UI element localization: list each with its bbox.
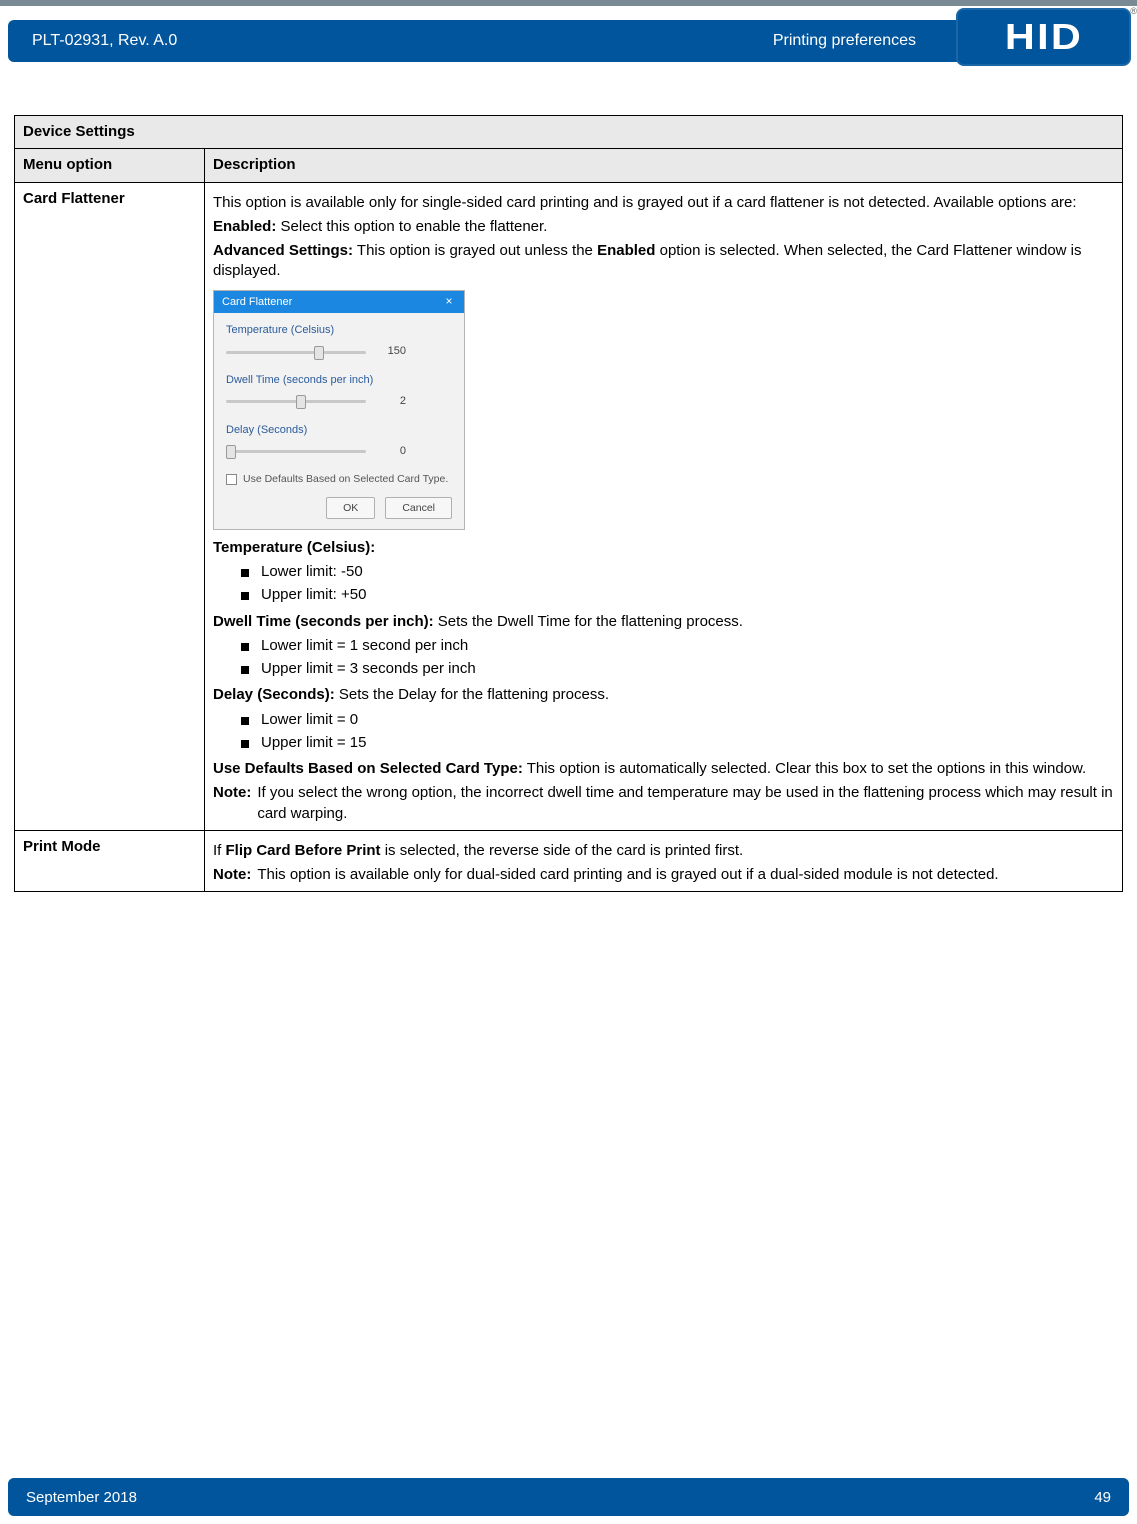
cf-enabled-text: Select this option to enable the flatten… bbox=[276, 218, 547, 235]
table-header-row: Menu option Description bbox=[15, 149, 1123, 182]
temperature-heading-label: Temperature (Celsius): bbox=[213, 539, 375, 556]
cf-adv-bold: Enabled bbox=[597, 242, 655, 259]
dialog-title-text: Card Flattener bbox=[222, 295, 292, 310]
delay-field: Delay (Seconds) 0 bbox=[226, 423, 452, 459]
card-flattener-dialog: Card Flattener × Temperature (Celsius) bbox=[213, 290, 465, 530]
delay-limits-list: Lower limit = 0 Upper limit = 15 bbox=[241, 710, 1114, 754]
use-defaults-checkbox[interactable] bbox=[226, 474, 237, 485]
pm-line1: If Flip Card Before Print is selected, t… bbox=[213, 841, 1114, 861]
slider-track bbox=[226, 450, 366, 453]
defaults-line: Use Defaults Based on Selected Card Type… bbox=[213, 759, 1114, 779]
cf-note: Note: If you select the wrong option, th… bbox=[213, 783, 1114, 824]
dwell-slider[interactable] bbox=[226, 394, 366, 408]
list-item: Upper limit: +50 bbox=[241, 585, 1114, 605]
delay-label: Delay (Seconds) bbox=[226, 423, 452, 438]
slider-thumb[interactable] bbox=[314, 346, 324, 360]
doc-id: PLT-02931, Rev. A.0 bbox=[26, 32, 177, 50]
list-item: Lower limit: -50 bbox=[241, 562, 1114, 582]
note-text: This option is available only for dual-s… bbox=[257, 865, 1114, 885]
description-cell: If Flip Card Before Print is selected, t… bbox=[205, 830, 1123, 892]
cf-intro: This option is available only for single… bbox=[213, 193, 1114, 213]
delay-heading-label: Delay (Seconds): bbox=[213, 686, 335, 703]
list-item: Upper limit = 15 bbox=[241, 733, 1114, 753]
header-bar: PLT-02931, Rev. A.0 Printing preferences… bbox=[0, 6, 1137, 66]
table-row: Print Mode If Flip Card Before Print is … bbox=[15, 830, 1123, 892]
delay-slider[interactable] bbox=[226, 444, 366, 458]
dwell-heading-text: Sets the Dwell Time for the flattening p… bbox=[434, 613, 743, 630]
table-title-row: Device Settings bbox=[15, 116, 1123, 149]
close-icon[interactable]: × bbox=[442, 295, 456, 309]
table-row: Card Flattener This option is available … bbox=[15, 182, 1123, 830]
cancel-button[interactable]: Cancel bbox=[385, 497, 452, 519]
note-label: Note: bbox=[213, 865, 251, 885]
menu-option-cell: Print Mode bbox=[15, 830, 205, 892]
slider-thumb[interactable] bbox=[226, 445, 236, 459]
slider-thumb[interactable] bbox=[296, 395, 306, 409]
defaults-text: This option is automatically selected. C… bbox=[523, 760, 1086, 777]
dialog-body: Temperature (Celsius) 150 Dwell Time (se… bbox=[214, 313, 464, 528]
note-text: If you select the wrong option, the inco… bbox=[257, 783, 1114, 824]
pm-line1-b: is selected, the reverse side of the car… bbox=[381, 842, 744, 859]
page-number: 49 bbox=[1094, 1489, 1111, 1506]
temperature-field: Temperature (Celsius) 150 bbox=[226, 323, 452, 359]
list-item: Lower limit = 1 second per inch bbox=[241, 636, 1114, 656]
note-label: Note: bbox=[213, 783, 251, 824]
cf-enabled-label: Enabled: bbox=[213, 218, 276, 235]
list-item: Upper limit = 3 seconds per inch bbox=[241, 659, 1114, 679]
cf-adv-text-a: This option is grayed out unless the bbox=[353, 242, 597, 259]
dwell-field: Dwell Time (seconds per inch) 2 bbox=[226, 373, 452, 409]
delay-heading: Delay (Seconds): Sets the Delay for the … bbox=[213, 685, 1114, 705]
defaults-label: Use Defaults Based on Selected Card Type… bbox=[213, 760, 523, 777]
dwell-label: Dwell Time (seconds per inch) bbox=[226, 373, 452, 388]
temperature-label: Temperature (Celsius) bbox=[226, 323, 452, 338]
list-item: Lower limit = 0 bbox=[241, 710, 1114, 730]
description-cell: This option is available only for single… bbox=[205, 182, 1123, 830]
content-area: Device Settings Menu option Description … bbox=[14, 115, 1123, 892]
dialog-titlebar: Card Flattener × bbox=[214, 291, 464, 314]
dialog-buttons: OK Cancel bbox=[226, 497, 452, 519]
table-title: Device Settings bbox=[15, 116, 1123, 149]
pm-line1-bold: Flip Card Before Print bbox=[226, 842, 381, 859]
cf-adv-line: Advanced Settings: This option is grayed… bbox=[213, 241, 1114, 282]
temperature-heading: Temperature (Celsius): bbox=[213, 538, 1114, 558]
dwell-heading: Dwell Time (seconds per inch): Sets the … bbox=[213, 612, 1114, 632]
dwell-heading-label: Dwell Time (seconds per inch): bbox=[213, 613, 434, 630]
dwell-value: 2 bbox=[374, 394, 406, 409]
delay-slider-row: 0 bbox=[226, 444, 452, 459]
delay-heading-text: Sets the Delay for the flattening proces… bbox=[335, 686, 609, 703]
col2-header: Description bbox=[205, 149, 1123, 182]
brand-logo-text: HID bbox=[1004, 16, 1082, 58]
dwell-slider-row: 2 bbox=[226, 394, 452, 409]
footer-date: September 2018 bbox=[26, 1489, 137, 1506]
temperature-slider[interactable] bbox=[226, 345, 366, 359]
ok-button[interactable]: OK bbox=[326, 497, 375, 519]
device-settings-table: Device Settings Menu option Description … bbox=[14, 115, 1123, 892]
temperature-value: 150 bbox=[374, 344, 406, 359]
pm-line1-a: If bbox=[213, 842, 226, 859]
delay-value: 0 bbox=[374, 444, 406, 459]
slider-track bbox=[226, 351, 366, 354]
use-defaults-checkbox-row: Use Defaults Based on Selected Card Type… bbox=[226, 472, 452, 486]
pm-note: Note: This option is available only for … bbox=[213, 865, 1114, 885]
cf-adv-label: Advanced Settings: bbox=[213, 242, 353, 259]
dwell-limits-list: Lower limit = 1 second per inch Upper li… bbox=[241, 636, 1114, 680]
cf-enabled-line: Enabled: Select this option to enable th… bbox=[213, 217, 1114, 237]
brand-logo: HID bbox=[956, 8, 1131, 66]
registered-mark: ® bbox=[1130, 6, 1137, 16]
footer-bar: September 2018 49 bbox=[8, 1478, 1129, 1516]
temperature-slider-row: 150 bbox=[226, 344, 452, 359]
col1-header: Menu option bbox=[15, 149, 205, 182]
menu-option-cell: Card Flattener bbox=[15, 182, 205, 830]
temperature-limits-list: Lower limit: -50 Upper limit: +50 bbox=[241, 562, 1114, 606]
use-defaults-checkbox-label: Use Defaults Based on Selected Card Type… bbox=[243, 472, 448, 486]
